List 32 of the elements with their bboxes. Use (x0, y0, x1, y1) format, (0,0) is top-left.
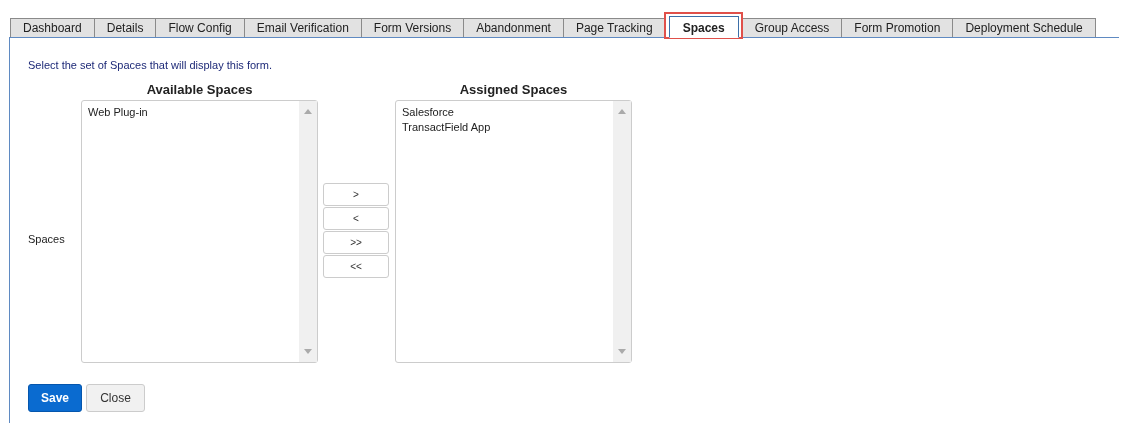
list-item[interactable]: Web Plug-in (88, 105, 293, 120)
move-button[interactable]: << (323, 255, 389, 278)
scrollbar[interactable] (613, 101, 631, 362)
scrollbar[interactable] (299, 101, 317, 362)
list-box[interactable]: Web Plug-in (81, 100, 318, 363)
list-box[interactable]: Salesforce TransactField App (395, 100, 632, 363)
instruction-text: Select the set of Spaces that will display this form. (28, 59, 273, 71)
move-button[interactable]: < (323, 207, 389, 230)
tab[interactable]: Flow Config (155, 18, 245, 37)
tab[interactable]: Spaces (668, 16, 739, 38)
move-button[interactable]: >> (323, 231, 389, 254)
scroll-up-icon[interactable] (618, 109, 626, 114)
list-item[interactable]: TransactField App (402, 120, 607, 135)
tab[interactable]: Abandonment (463, 18, 564, 37)
field-label: Spaces (28, 231, 66, 245)
move-button[interactable]: > (323, 183, 389, 206)
list-heading: Assigned Spaces (458, 82, 569, 99)
tab[interactable]: Dashboard (10, 18, 95, 37)
save-button[interactable]: Save (28, 384, 82, 412)
tab[interactable]: Deployment Schedule (952, 18, 1096, 37)
tab[interactable]: Form Versions (360, 18, 465, 37)
close-button[interactable]: Close (86, 384, 145, 412)
tab[interactable]: Page Tracking (562, 18, 666, 37)
list-item[interactable]: Salesforce (402, 105, 607, 120)
scroll-up-icon[interactable] (304, 109, 312, 114)
tab[interactable]: Email Verification (243, 18, 362, 37)
scroll-down-icon[interactable] (618, 349, 626, 354)
scroll-down-icon[interactable] (304, 349, 312, 354)
tab[interactable]: Details (93, 18, 157, 37)
tab[interactable]: Form Promotion (841, 18, 954, 37)
list-heading: Available Spaces (145, 82, 254, 99)
tab[interactable]: Group Access (741, 18, 843, 37)
